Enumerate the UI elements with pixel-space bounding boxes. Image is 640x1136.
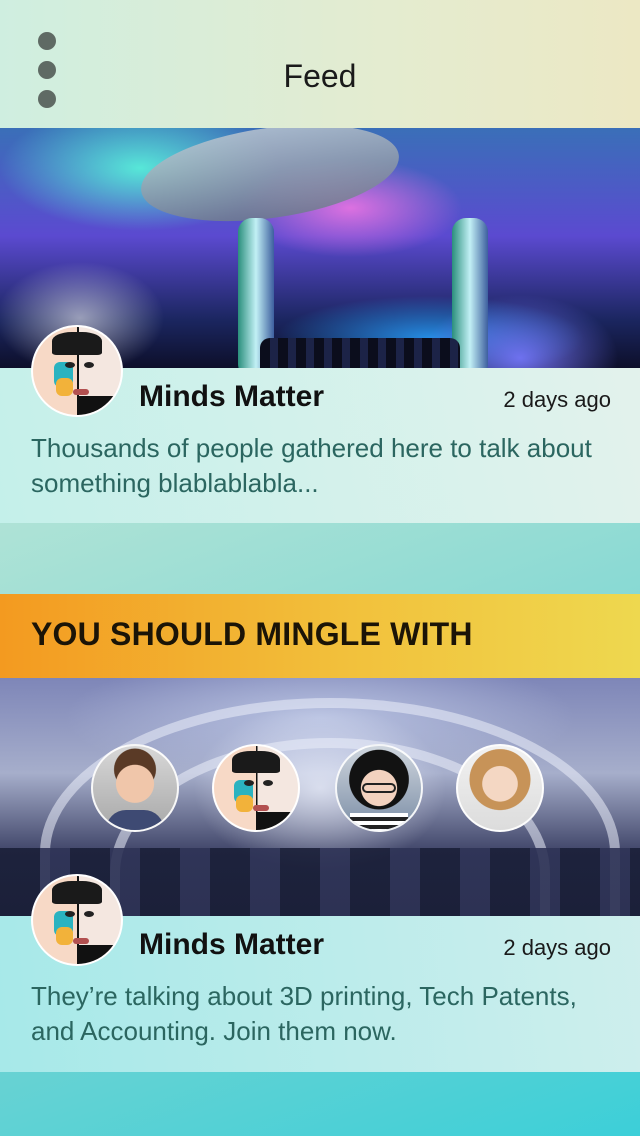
- section-title: YOU SHOULD MINGLE WITH: [31, 616, 473, 652]
- post-timestamp: 2 days ago: [503, 387, 611, 412]
- page-title: Feed: [283, 58, 357, 94]
- author-avatar[interactable]: [31, 325, 123, 417]
- suggested-person-avatar[interactable]: [212, 744, 300, 832]
- avatar-image: [33, 876, 121, 964]
- suggested-person-avatar[interactable]: [91, 744, 179, 832]
- post-text: They’re talking about 3D printing, Tech …: [31, 981, 577, 1046]
- post-timestamp: 2 days ago: [503, 935, 611, 960]
- avatar-image: [33, 327, 121, 415]
- mingle-section-header: YOU SHOULD MINGLE WITH: [0, 594, 640, 678]
- suggested-person-avatar[interactable]: [335, 744, 423, 832]
- author-avatar[interactable]: [31, 874, 123, 966]
- decor-crowd: [260, 338, 460, 368]
- top-bar: Feed: [0, 0, 640, 128]
- decor-whale: [135, 128, 405, 236]
- post-text: Thousands of people gathered here to tal…: [31, 433, 592, 498]
- menu-dot: [38, 32, 56, 50]
- suggested-person-avatar[interactable]: [456, 744, 544, 832]
- post-author[interactable]: Minds Matter: [139, 380, 324, 414]
- post-author[interactable]: Minds Matter: [139, 928, 324, 962]
